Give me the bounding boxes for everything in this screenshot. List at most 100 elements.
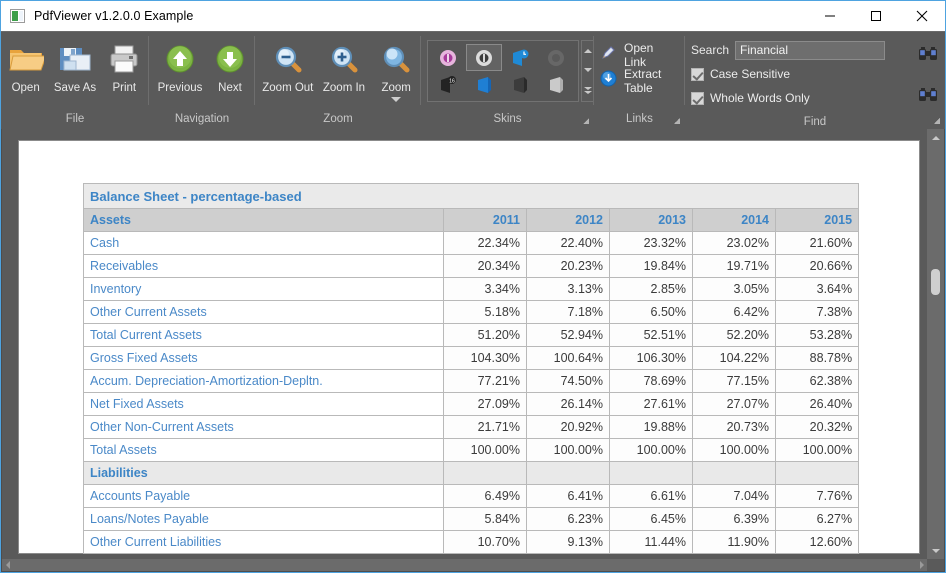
row-value: 6.61% <box>609 484 693 508</box>
magnifier-minus-icon <box>272 41 304 77</box>
minimize-button[interactable] <box>807 1 853 31</box>
case-sensitive-label: Case Sensitive <box>709 67 791 81</box>
scroll-up-icon[interactable] <box>927 129 944 146</box>
whole-words-row[interactable]: Whole Words Only <box>690 88 885 108</box>
row-value: 12.60% <box>774 530 860 554</box>
zoom-in-button[interactable]: Zoom In <box>317 37 372 94</box>
skin-item-blue-365[interactable] <box>502 44 538 71</box>
skin-item-office-dark[interactable] <box>502 71 538 98</box>
zoom-in-button-label: Zoom In <box>322 82 366 94</box>
whole-words-checkbox[interactable] <box>690 91 704 105</box>
column-header-2012: 2012 <box>526 208 610 232</box>
extract-table-label: Extract Table <box>624 67 662 95</box>
column-header-2014: 2014 <box>692 208 776 232</box>
scroll-down-icon[interactable] <box>927 542 944 559</box>
row-value: 104.22% <box>692 346 776 370</box>
extract-table-button[interactable]: Extract Table <box>594 67 685 95</box>
horizontal-scrollbar[interactable] <box>2 559 927 571</box>
row-value: 51.20% <box>443 323 527 347</box>
scroll-down-icon[interactable] <box>583 67 592 72</box>
table-row: Loans/Notes Payable 5.84% 6.23% 6.45% 6.39% 6… <box>83 507 860 531</box>
open-link-label: Open Link <box>624 41 654 69</box>
printer-icon <box>107 41 141 77</box>
close-button[interactable] <box>899 1 945 31</box>
row-value: 52.94% <box>526 323 610 347</box>
zoom-out-button-label: Zoom Out <box>262 82 314 94</box>
row-value: 52.20% <box>692 323 776 347</box>
row-value: 19.71% <box>692 254 776 278</box>
svg-text:16: 16 <box>449 78 455 84</box>
table-title: Balance Sheet - percentage-based <box>82 183 860 209</box>
ribbon-group-links: Open Link Extract Table Links <box>594 32 685 129</box>
open-link-button[interactable]: Open Link <box>594 41 685 69</box>
skin-item-office-blue[interactable] <box>466 71 502 98</box>
row-value: 26.40% <box>774 392 860 416</box>
row-value: 27.61% <box>609 392 693 416</box>
chevron-down-icon[interactable] <box>391 97 402 102</box>
find-previous-binoculars-icon[interactable] <box>918 87 938 108</box>
row-value: 74.50% <box>526 369 610 393</box>
scroll-right-icon[interactable] <box>915 556 927 571</box>
case-sensitive-row[interactable]: Case Sensitive <box>690 64 885 84</box>
row-value: 20.32% <box>774 415 860 439</box>
open-button[interactable]: Open <box>1 37 50 94</box>
row-value: 7.18% <box>526 300 610 324</box>
skins-dialog-launcher[interactable] <box>583 118 589 124</box>
row-value: 20.23% <box>526 254 610 278</box>
row-value: 5.84% <box>443 507 527 531</box>
search-input[interactable] <box>735 40 885 60</box>
pdfviewer-icon <box>10 9 25 23</box>
whole-words-label: Whole Words Only <box>709 91 810 105</box>
balance-sheet-table: Balance Sheet - percentage-based Assets 20… <box>82 183 860 554</box>
row-value: 100.00% <box>609 438 693 462</box>
row-value: 20.34% <box>443 254 527 278</box>
column-header-2015: 2015 <box>774 208 860 232</box>
row-value: 27.09% <box>443 392 527 416</box>
skin-item-office-light[interactable] <box>538 71 574 98</box>
ribbon-group-find: Search Case Sensitive Whole Words Only <box>685 32 945 129</box>
print-button[interactable]: Print <box>100 37 149 94</box>
zoom-out-button[interactable]: Zoom Out <box>259 37 317 94</box>
row-value: 20.92% <box>526 415 610 439</box>
row-value: 7.76% <box>774 484 860 508</box>
row-label: Inventory <box>83 277 444 301</box>
scroll-left-icon[interactable] <box>2 556 14 571</box>
zoom-dropdown-button[interactable]: Zoom <box>371 37 421 102</box>
row-value: 19.84% <box>609 254 693 278</box>
table-row: Inventory 3.34% 3.13% 2.85% 3.05% 3.64% <box>83 277 860 301</box>
skin-item-faded[interactable] <box>538 44 574 71</box>
scroll-more-icon[interactable] <box>583 86 592 94</box>
open-folder-icon <box>8 41 44 77</box>
row-value: 9.13% <box>526 530 610 554</box>
vertical-scrollbar[interactable] <box>927 129 944 559</box>
case-sensitive-checkbox[interactable] <box>690 67 704 81</box>
row-value: 20.66% <box>774 254 860 278</box>
links-dialog-launcher[interactable] <box>673 118 680 124</box>
scroll-up-icon[interactable] <box>583 48 592 53</box>
skins-gallery[interactable]: 16 <box>427 40 579 102</box>
skin-item-dark-16[interactable]: 16 <box>430 71 466 98</box>
row-value: 7.04% <box>692 484 776 508</box>
skin-item-gray[interactable] <box>466 44 502 71</box>
ribbon-group-navigation: Previous Next Navigation <box>149 32 255 129</box>
row-value: 62.38% <box>774 369 860 393</box>
vertical-scrollbar-thumb[interactable] <box>931 269 940 295</box>
window-title: PdfViewer v1.2.0.0 Example <box>34 9 194 23</box>
row-value: 77.21% <box>443 369 527 393</box>
find-dialog-launcher[interactable] <box>934 118 940 124</box>
maximize-button[interactable] <box>853 1 899 31</box>
row-value: 6.41% <box>526 484 610 508</box>
skin-item-pink[interactable] <box>430 44 466 71</box>
row-value: 27.07% <box>692 392 776 416</box>
previous-button[interactable]: Previous <box>155 37 205 94</box>
next-button-label: Next <box>218 82 242 94</box>
find-next-binoculars-icon[interactable] <box>918 46 938 67</box>
row-value: 2.85% <box>609 277 693 301</box>
row-value: 11.44% <box>609 530 693 554</box>
next-button[interactable]: Next <box>205 37 255 94</box>
open-link-icon <box>600 44 617 66</box>
save-as-button[interactable]: Save As <box>50 37 99 94</box>
arrow-up-circle-icon <box>164 41 196 77</box>
row-value: 19.88% <box>609 415 693 439</box>
print-button-label: Print <box>112 82 137 94</box>
